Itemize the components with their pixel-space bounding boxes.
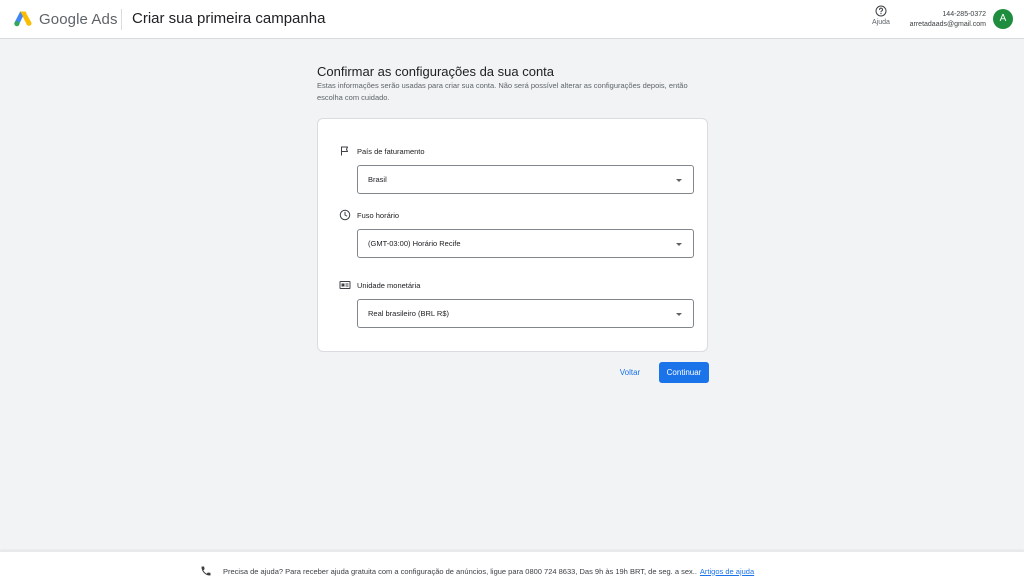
currency-value: Real brasileiro (BRL R$) bbox=[368, 309, 449, 318]
currency-icon bbox=[339, 281, 351, 289]
help-icon bbox=[875, 5, 887, 17]
footer-help-text: Precisa de ajuda? Para receber ajuda gra… bbox=[223, 566, 697, 576]
footer-content: Precisa de ajuda? Para receber ajuda gra… bbox=[200, 565, 754, 577]
billing-country-value: Brasil bbox=[368, 175, 387, 184]
google-ads-logo-icon bbox=[14, 11, 32, 27]
flag-icon bbox=[341, 146, 348, 156]
continue-button[interactable]: Continuar bbox=[659, 362, 709, 383]
page-description: Estas informações serão usadas para cria… bbox=[317, 81, 688, 102]
avatar[interactable]: A bbox=[993, 9, 1013, 29]
timezone-label: Fuso horário bbox=[339, 209, 399, 221]
google-ads-logo[interactable]: Google Ads bbox=[13, 9, 118, 29]
brand-name: Google Ads bbox=[39, 10, 118, 28]
currency-select[interactable]: Real brasileiro (BRL R$) bbox=[357, 299, 694, 328]
currency-label: Unidade monetária bbox=[339, 279, 420, 291]
top-app-bar: Google Ads Criar sua primeira campanha A… bbox=[0, 0, 1024, 39]
chevron-down-icon bbox=[676, 313, 682, 316]
header-title: Criar sua primeira campanha bbox=[132, 10, 326, 27]
timezone-label-text: Fuso horário bbox=[357, 210, 400, 220]
help-articles-link[interactable]: Artigos de ajuda bbox=[700, 567, 754, 576]
billing-country-select[interactable]: Brasil bbox=[357, 165, 694, 194]
help-label: Ajuda bbox=[872, 19, 890, 26]
account-id: 144-285-0372 bbox=[942, 11, 986, 18]
timezone-select[interactable]: (GMT-03:00) Horário Recife bbox=[357, 229, 694, 258]
billing-country-label-text: País de faturamento bbox=[357, 146, 425, 156]
help-button[interactable]: Ajuda bbox=[866, 5, 896, 26]
phone-icon bbox=[201, 566, 211, 576]
chevron-down-icon bbox=[676, 243, 682, 246]
currency-label-text: Unidade monetária bbox=[357, 280, 421, 290]
account-email: arretadaads@gmail.com bbox=[909, 21, 986, 28]
timezone-value: (GMT-03:00) Horário Recife bbox=[368, 239, 461, 248]
help-footer: Precisa de ajuda? Para receber ajuda gra… bbox=[0, 551, 1024, 587]
chevron-down-icon bbox=[676, 179, 682, 182]
back-button[interactable]: Voltar bbox=[612, 363, 648, 383]
account-settings-card: País de faturamento Brasil Fuso horário … bbox=[317, 118, 708, 352]
billing-country-label: País de faturamento bbox=[339, 145, 425, 157]
account-info[interactable]: 144-285-0372 arretadaads@gmail.com bbox=[910, 10, 986, 30]
header-divider bbox=[121, 9, 122, 30]
page-title: Confirmar as configurações da sua conta bbox=[317, 64, 555, 79]
clock-icon bbox=[339, 209, 351, 221]
